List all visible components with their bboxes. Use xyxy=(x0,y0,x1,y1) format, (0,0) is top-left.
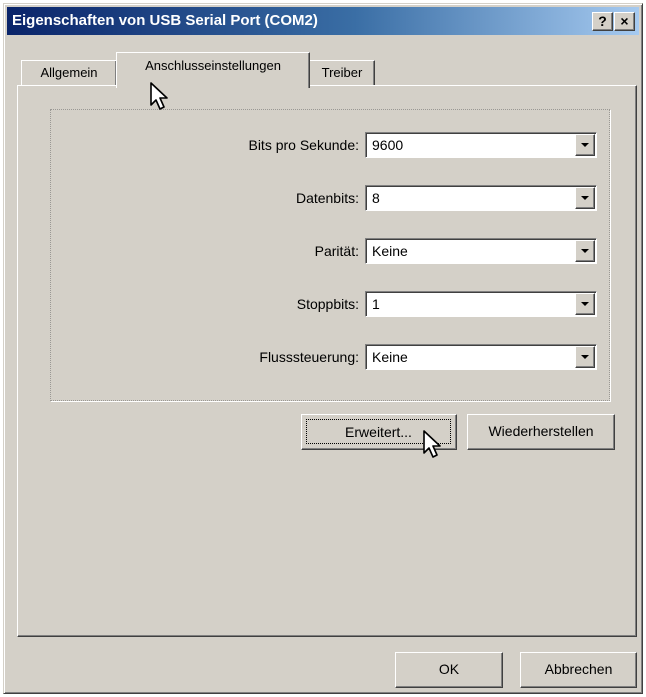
chevron-down-icon[interactable] xyxy=(575,134,595,156)
ok-button[interactable]: OK xyxy=(395,652,503,688)
mouse-pointer-icon xyxy=(423,430,441,458)
stop-bits-label: Stoppbits: xyxy=(296,296,359,312)
close-button[interactable]: × xyxy=(614,12,635,31)
bits-per-second-select[interactable]: 9600 xyxy=(365,132,597,158)
tab-allgemein[interactable]: Allgemein xyxy=(21,60,117,86)
parity-value: Keine xyxy=(372,243,408,259)
data-bits-value: 8 xyxy=(372,190,380,206)
chevron-down-icon[interactable] xyxy=(575,293,595,315)
parity-select[interactable]: Keine xyxy=(365,238,597,264)
chevron-down-icon[interactable] xyxy=(575,240,595,262)
properties-dialog: Eigenschaften von USB Serial Port (COM2)… xyxy=(3,3,643,694)
tab-anschlusseinstellungen[interactable]: Anschlusseinstellungen xyxy=(116,52,310,88)
mouse-pointer-icon xyxy=(150,82,168,110)
data-bits-select[interactable]: 8 xyxy=(365,185,597,211)
bits-per-second-label: Bits pro Sekunde: xyxy=(248,137,359,153)
window-title: Eigenschaften von USB Serial Port (COM2) xyxy=(12,12,318,29)
chevron-down-icon[interactable] xyxy=(575,187,595,209)
chevron-down-icon[interactable] xyxy=(575,346,595,368)
title-bar[interactable]: Eigenschaften von USB Serial Port (COM2)… xyxy=(7,7,639,35)
restore-defaults-button[interactable]: Wiederherstellen xyxy=(467,414,615,450)
data-bits-label: Datenbits: xyxy=(295,190,359,206)
port-settings-group: Bits pro Sekunde: 9600 Datenbits: 8 Pari… xyxy=(50,109,610,401)
help-button[interactable]: ? xyxy=(592,12,613,31)
flow-control-value: Keine xyxy=(372,349,408,365)
flow-control-select[interactable]: Keine xyxy=(365,344,597,370)
cancel-button[interactable]: Abbrechen xyxy=(520,652,637,688)
bits-per-second-value: 9600 xyxy=(372,137,404,153)
stop-bits-select[interactable]: 1 xyxy=(365,291,597,317)
parity-label: Parität: xyxy=(314,243,359,259)
tab-panel-anschlusseinstellungen: Bits pro Sekunde: 9600 Datenbits: 8 Pari… xyxy=(17,85,637,637)
tab-treiber[interactable]: Treiber xyxy=(309,60,375,86)
flow-control-label: Flusssteuerung: xyxy=(259,349,359,365)
stop-bits-value: 1 xyxy=(372,296,380,312)
